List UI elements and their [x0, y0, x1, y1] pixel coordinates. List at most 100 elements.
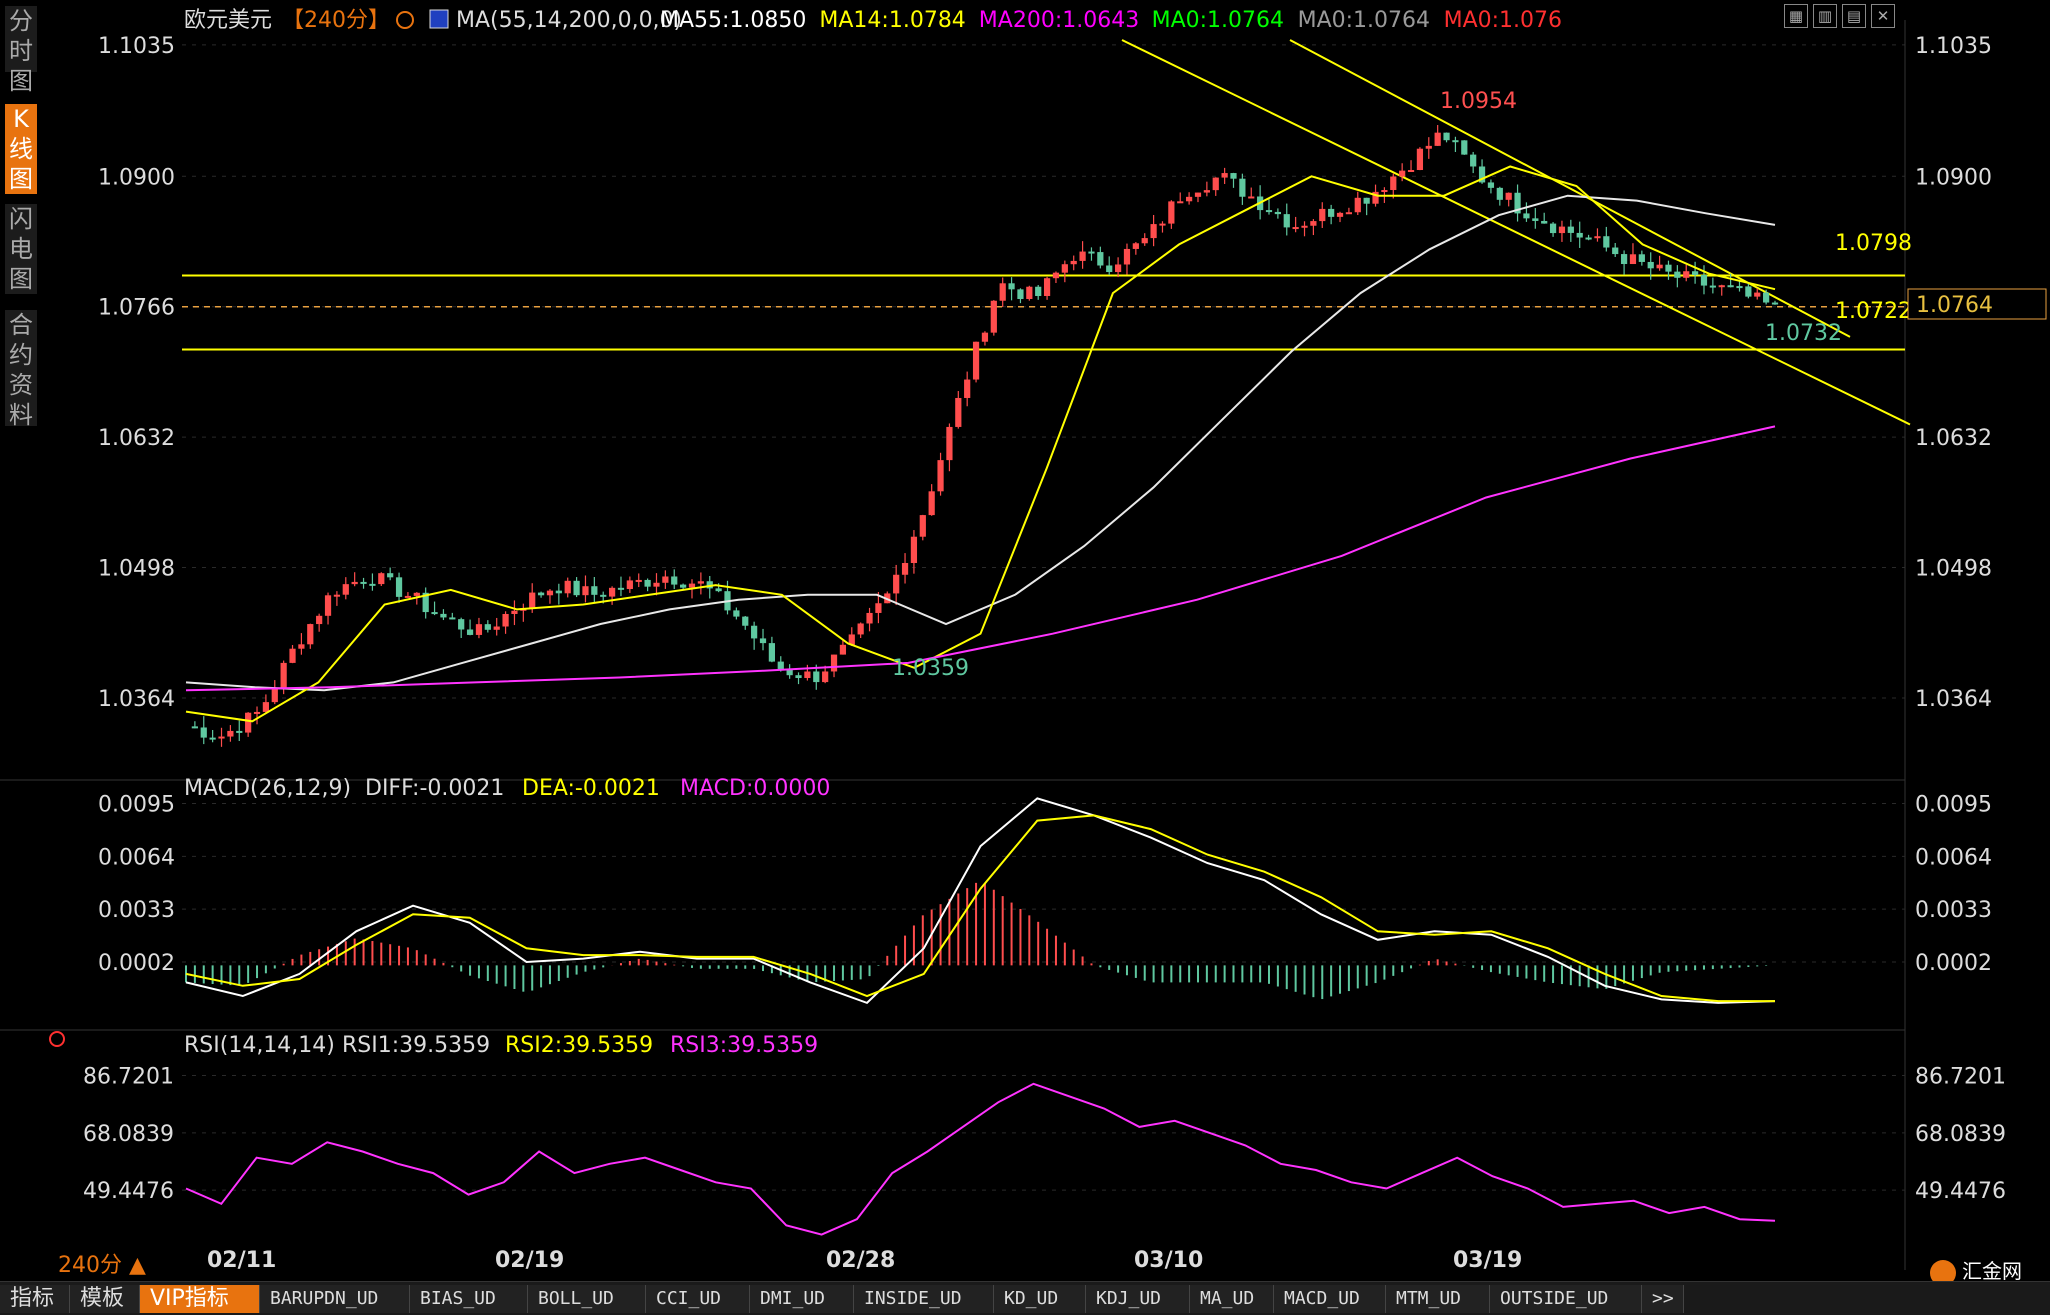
candle-body — [715, 588, 722, 592]
candle-body — [280, 662, 287, 688]
bottom-tab-mtm-ud[interactable]: MTM_UD — [1386, 1285, 1490, 1313]
bottom-tab-kd-ud[interactable]: KD_UD — [994, 1285, 1086, 1313]
candle-body — [1230, 173, 1237, 179]
bottom-tab-barupdn-ud[interactable]: BARUPDN_UD — [260, 1285, 410, 1313]
ma-value-3: MA0:1.0764 — [1152, 8, 1284, 33]
ma-values: MA55:1.0850 MA14:1.0784 MA200:1.0643 MA0:1.… — [660, 8, 1562, 33]
y-tick-left: 68.0839 — [83, 1122, 174, 1147]
candle-body — [1754, 292, 1761, 297]
bottom-tab--[interactable]: 模板 — [70, 1285, 140, 1313]
chart-header: 欧元美元 【240分】 MA(55,14,200,0,0,0) MA55:1.0… — [184, 8, 1562, 33]
candle-body — [937, 460, 944, 492]
period-footer[interactable]: 240分 ▲ — [58, 1247, 146, 1279]
bottom-tab-boll-ud[interactable]: BOLL_UD — [528, 1285, 646, 1313]
y-tick-right: 0.0064 — [1915, 845, 1992, 870]
candle-body — [839, 644, 847, 655]
candle-body — [671, 576, 678, 585]
candle-body — [928, 491, 935, 516]
y-tick-right: 1.0498 — [1915, 557, 1992, 582]
support-label: 1.0722 — [1835, 299, 1912, 324]
x-axis: 02/11 02/19 02/28 03/10 03/19 — [207, 1248, 1522, 1273]
watermark-text: 汇金网 — [1962, 1259, 2022, 1283]
candle-body — [333, 594, 341, 597]
candle-body — [1567, 226, 1574, 233]
candle-body — [413, 592, 420, 596]
candle-body — [680, 584, 687, 588]
low-label: 1.0359 — [892, 656, 969, 681]
bottom-tab-ma-ud[interactable]: MA_UD — [1190, 1285, 1274, 1313]
candle-body — [449, 617, 456, 620]
y-tick-left: 1.0900 — [98, 165, 175, 190]
rsi-header: RSI(14,14,14) RSI1:39.5359 RSI2:39.5359 RSI… — [49, 1031, 818, 1058]
bottom-tab-cci-ud[interactable]: CCI_UD — [646, 1285, 750, 1313]
macd-diff: DIFF:-0.0021 — [365, 776, 504, 801]
bottom-tab-macd-ud[interactable]: MACD_UD — [1274, 1285, 1386, 1313]
candle-body — [1008, 283, 1015, 290]
candle-body — [1656, 264, 1663, 269]
candle-body — [298, 644, 305, 649]
candle-body — [1709, 285, 1716, 288]
bottom-tab-outside-ud[interactable]: OUTSIDE_UD — [1490, 1285, 1642, 1313]
candle-body — [1399, 170, 1406, 177]
candle-body — [1336, 212, 1344, 217]
candle-body — [564, 580, 571, 594]
candle-body — [866, 612, 873, 624]
y-tick-left: 1.1035 — [98, 34, 175, 59]
candle-body — [1168, 201, 1175, 224]
macd-panel: 0.0095 0.0095 0.0064 0.0064 0.0033 0.0033 0.00… — [0, 776, 1992, 1005]
indicator-icon[interactable] — [429, 9, 449, 29]
candle-body — [653, 582, 660, 587]
candle-body — [635, 579, 642, 582]
candle-body — [1558, 226, 1566, 234]
y-tick-right: 86.7201 — [1915, 1064, 2006, 1089]
candle-body — [1194, 192, 1202, 197]
bottom-tab-dmi-ud[interactable]: DMI_UD — [750, 1285, 854, 1313]
candle-body — [1221, 173, 1228, 178]
settings-icon — [49, 1031, 65, 1047]
candle-body — [1549, 223, 1557, 234]
candle-body — [1407, 170, 1415, 173]
bottom-tab-vip-[interactable]: VIP指标 — [140, 1285, 260, 1313]
ma55-line — [185, 194, 1776, 692]
candle-body — [981, 332, 989, 342]
symbol-title: 欧元美元 — [184, 8, 272, 33]
bottom-tab-bias-ud[interactable]: BIAS_UD — [410, 1285, 528, 1313]
candle-body — [546, 590, 554, 596]
candle-body — [777, 661, 784, 670]
rsi-title: RSI(14,14,14) — [184, 1033, 335, 1058]
ma200-line — [185, 425, 1776, 692]
rsi2-value: RSI2:39.5359 — [505, 1033, 653, 1058]
bottom-tab--[interactable]: >> — [1642, 1285, 1684, 1313]
candle-body — [893, 574, 900, 594]
resistance-label: 1.0798 — [1835, 231, 1912, 256]
candle-body — [1620, 254, 1628, 265]
bottom-tab--[interactable]: 指标 — [0, 1285, 70, 1313]
candle-body — [795, 675, 802, 679]
candle-body — [688, 583, 696, 588]
candle-body — [751, 625, 758, 639]
candle-body — [1683, 271, 1690, 278]
candle-body — [324, 595, 332, 616]
rsi1-value: RSI1:39.5359 — [342, 1033, 490, 1058]
candle-body — [875, 603, 882, 613]
candle-body — [1052, 272, 1060, 279]
candle-body — [822, 671, 829, 683]
x-tick-label: 02/11 — [207, 1248, 276, 1273]
period-label[interactable]: 【240分】 — [282, 8, 390, 33]
candle-body — [555, 590, 562, 594]
candle-body — [245, 712, 252, 733]
rsi-panel: 86.7201 86.7201 68.0839 68.0839 49.4476 49.44… — [0, 1029, 2006, 1236]
x-tick-label: 03/10 — [1134, 1248, 1203, 1273]
bottom-tab-inside-ud[interactable]: INSIDE_UD — [854, 1285, 994, 1313]
bottom-tab-kdj-ud[interactable]: KDJ_UD — [1086, 1285, 1190, 1313]
y-tick-right: 1.1035 — [1915, 34, 1992, 59]
candle-body — [1265, 210, 1273, 213]
candle-body — [573, 580, 580, 596]
candle-body — [617, 587, 625, 590]
add-icon[interactable] — [396, 11, 414, 29]
candle-body — [999, 283, 1006, 301]
candle-body — [1150, 224, 1157, 239]
ma-value-2: MA200:1.0643 — [979, 8, 1139, 33]
candle-body — [1461, 140, 1468, 155]
ma-value-1: MA14:1.0784 — [819, 8, 965, 33]
